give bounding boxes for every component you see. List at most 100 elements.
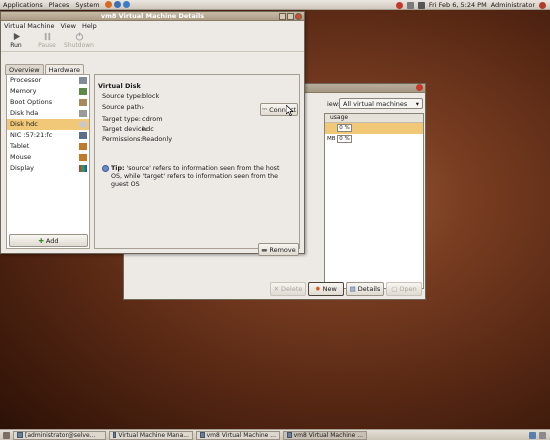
close-icon[interactable] xyxy=(295,13,302,20)
bottom-panel: [administrator@selve... Virtual Machine … xyxy=(0,429,550,440)
minimize-icon[interactable] xyxy=(279,13,286,20)
menu-help[interactable]: Help xyxy=(82,22,97,30)
target-type-label: Target type: xyxy=(102,115,141,123)
user-name[interactable]: Administrator xyxy=(491,1,535,9)
view-select[interactable]: All virtual machines ▾ xyxy=(339,98,423,109)
add-hardware-button[interactable]: ✚ Add xyxy=(9,234,88,247)
workspace-switcher-icon[interactable] xyxy=(529,432,536,439)
hardware-item-label: Mouse xyxy=(10,153,32,161)
taskbar-item-label: Virtual Machine Mana... xyxy=(118,431,189,439)
source-path-row: Source path: - xyxy=(102,103,144,111)
delete-button[interactable]: ✕ Delete xyxy=(270,282,306,296)
vm-icon xyxy=(287,432,292,438)
usage-column-header[interactable]: usage xyxy=(325,114,423,123)
window-controls xyxy=(279,13,302,20)
permissions-row: Permissions: Readonly xyxy=(102,135,172,143)
help-icon[interactable] xyxy=(122,1,130,8)
cdrom-icon xyxy=(79,121,87,128)
remove-icon: ▬ xyxy=(261,245,268,254)
source-type-row: Source type: block xyxy=(102,92,159,100)
trash-icon[interactable] xyxy=(539,432,546,439)
update-icon[interactable] xyxy=(395,1,403,9)
cpu-icon xyxy=(79,77,87,84)
details-title-bar[interactable]: vm8 Virtual Machine Details xyxy=(1,12,304,21)
hardware-item-label: Processor xyxy=(10,76,42,84)
remove-button[interactable]: ▬ Remove xyxy=(258,243,299,256)
taskbar-item-terminal[interactable]: [administrator@selve... xyxy=(13,430,106,440)
close-icon[interactable] xyxy=(416,84,423,91)
boot-icon xyxy=(79,99,87,106)
hardware-item-mouse[interactable]: Mouse xyxy=(7,152,89,163)
clock[interactable]: Fri Feb 6, 5:24 PM xyxy=(429,1,487,9)
chevron-down-icon: ▾ xyxy=(415,100,419,108)
mail-icon[interactable] xyxy=(113,1,121,8)
taskbar-item-vm-manager[interactable]: Virtual Machine Mana... xyxy=(109,430,193,440)
hardware-item-tablet[interactable]: Tablet xyxy=(7,141,89,152)
cpu-usage-bar: 0 % xyxy=(337,124,352,132)
toolbar: Run Pause Shutdown xyxy=(1,31,304,52)
pause-icon xyxy=(44,32,50,41)
taskbar-item-label: [administrator@selve... xyxy=(25,431,96,439)
window-title: vm8 Virtual Machine Details xyxy=(100,12,205,20)
pause-label: Pause xyxy=(38,42,56,49)
target-device-label: Target device: xyxy=(102,125,148,133)
target-device-row: Target device: hdc xyxy=(102,125,154,133)
menu-virtual-machine[interactable]: Virtual Machine xyxy=(4,22,55,30)
details-button[interactable]: ▤ Details xyxy=(346,282,384,296)
target-type-row: Target type: cdrom xyxy=(102,115,163,123)
open-button[interactable]: ▢ Open xyxy=(386,282,422,296)
applications-menu[interactable]: Applications xyxy=(0,1,46,9)
connect-icon: ⎓ xyxy=(261,105,268,113)
shutdown-label: Shutdown xyxy=(64,42,94,49)
cpu-usage-bar: 0 % xyxy=(337,135,352,143)
places-menu[interactable]: Places xyxy=(46,1,73,9)
hardware-item-disk-hdc[interactable]: Disk hdc xyxy=(7,119,89,130)
firefox-icon[interactable] xyxy=(104,1,112,8)
menu-view[interactable]: View xyxy=(61,22,76,30)
hardware-item-label: Display xyxy=(10,164,34,172)
new-button[interactable]: ✹ New xyxy=(308,282,344,296)
hardware-item-label: Disk hdc xyxy=(10,120,38,128)
tip-body: 'source' refers to information seen from… xyxy=(111,165,280,188)
system-tray: Fri Feb 6, 5:24 PM Administrator xyxy=(395,0,546,10)
add-label: Add xyxy=(45,236,59,245)
vm-list[interactable]: usage 0 % MB 0 % xyxy=(324,113,424,289)
hardware-list[interactable]: Processor Memory Boot Options Disk hda D… xyxy=(6,74,90,249)
show-desktop-icon[interactable] xyxy=(3,431,10,439)
info-icon xyxy=(102,165,109,172)
hardware-item-memory[interactable]: Memory xyxy=(7,86,89,97)
details-label: Details xyxy=(357,285,381,293)
hardware-item-display[interactable]: Display xyxy=(7,163,89,174)
open-label: Open xyxy=(399,285,417,293)
hardware-item-label: Disk hda xyxy=(10,109,39,117)
taskbar-item-vm8-console[interactable]: vm8 Virtual Machine ... xyxy=(283,430,367,440)
vm-manager-icon xyxy=(113,432,117,438)
delete-icon: ✕ xyxy=(273,285,280,293)
shutdown-button[interactable]: Shutdown xyxy=(64,32,94,49)
disk-details-pane: Virtual Disk Source type: block Source p… xyxy=(94,74,300,256)
vm-memory: MB xyxy=(327,136,336,142)
hardware-item-boot-options[interactable]: Boot Options xyxy=(7,97,89,108)
run-button[interactable]: Run xyxy=(1,32,31,49)
source-path-label: Source path: xyxy=(102,103,144,111)
remove-label: Remove xyxy=(269,245,296,254)
hardware-item-nic[interactable]: NIC :57:21:fc xyxy=(7,130,89,141)
terminal-icon xyxy=(17,432,23,438)
taskbar-item-vm8-details[interactable]: vm8 Virtual Machine ... xyxy=(196,430,280,440)
vm-details-window: vm8 Virtual Machine Details Virtual Mach… xyxy=(0,11,305,256)
pause-button[interactable]: Pause xyxy=(32,32,62,49)
play-icon xyxy=(13,32,20,41)
hardware-item-disk-hda[interactable]: Disk hda xyxy=(7,108,89,119)
maximize-icon[interactable] xyxy=(287,13,294,20)
volume-icon[interactable] xyxy=(417,1,425,9)
disk-icon xyxy=(79,110,87,117)
hardware-item-processor[interactable]: Processor xyxy=(7,75,89,86)
new-label: New xyxy=(322,285,337,293)
power-icon[interactable] xyxy=(539,1,546,9)
vm-row[interactable]: MB 0 % xyxy=(325,134,423,145)
mouse-pointer-icon xyxy=(286,105,294,116)
vm-row[interactable]: 0 % xyxy=(325,123,423,134)
system-menu[interactable]: System xyxy=(72,1,102,9)
network-icon[interactable] xyxy=(406,1,414,9)
vm-icon xyxy=(200,432,205,438)
